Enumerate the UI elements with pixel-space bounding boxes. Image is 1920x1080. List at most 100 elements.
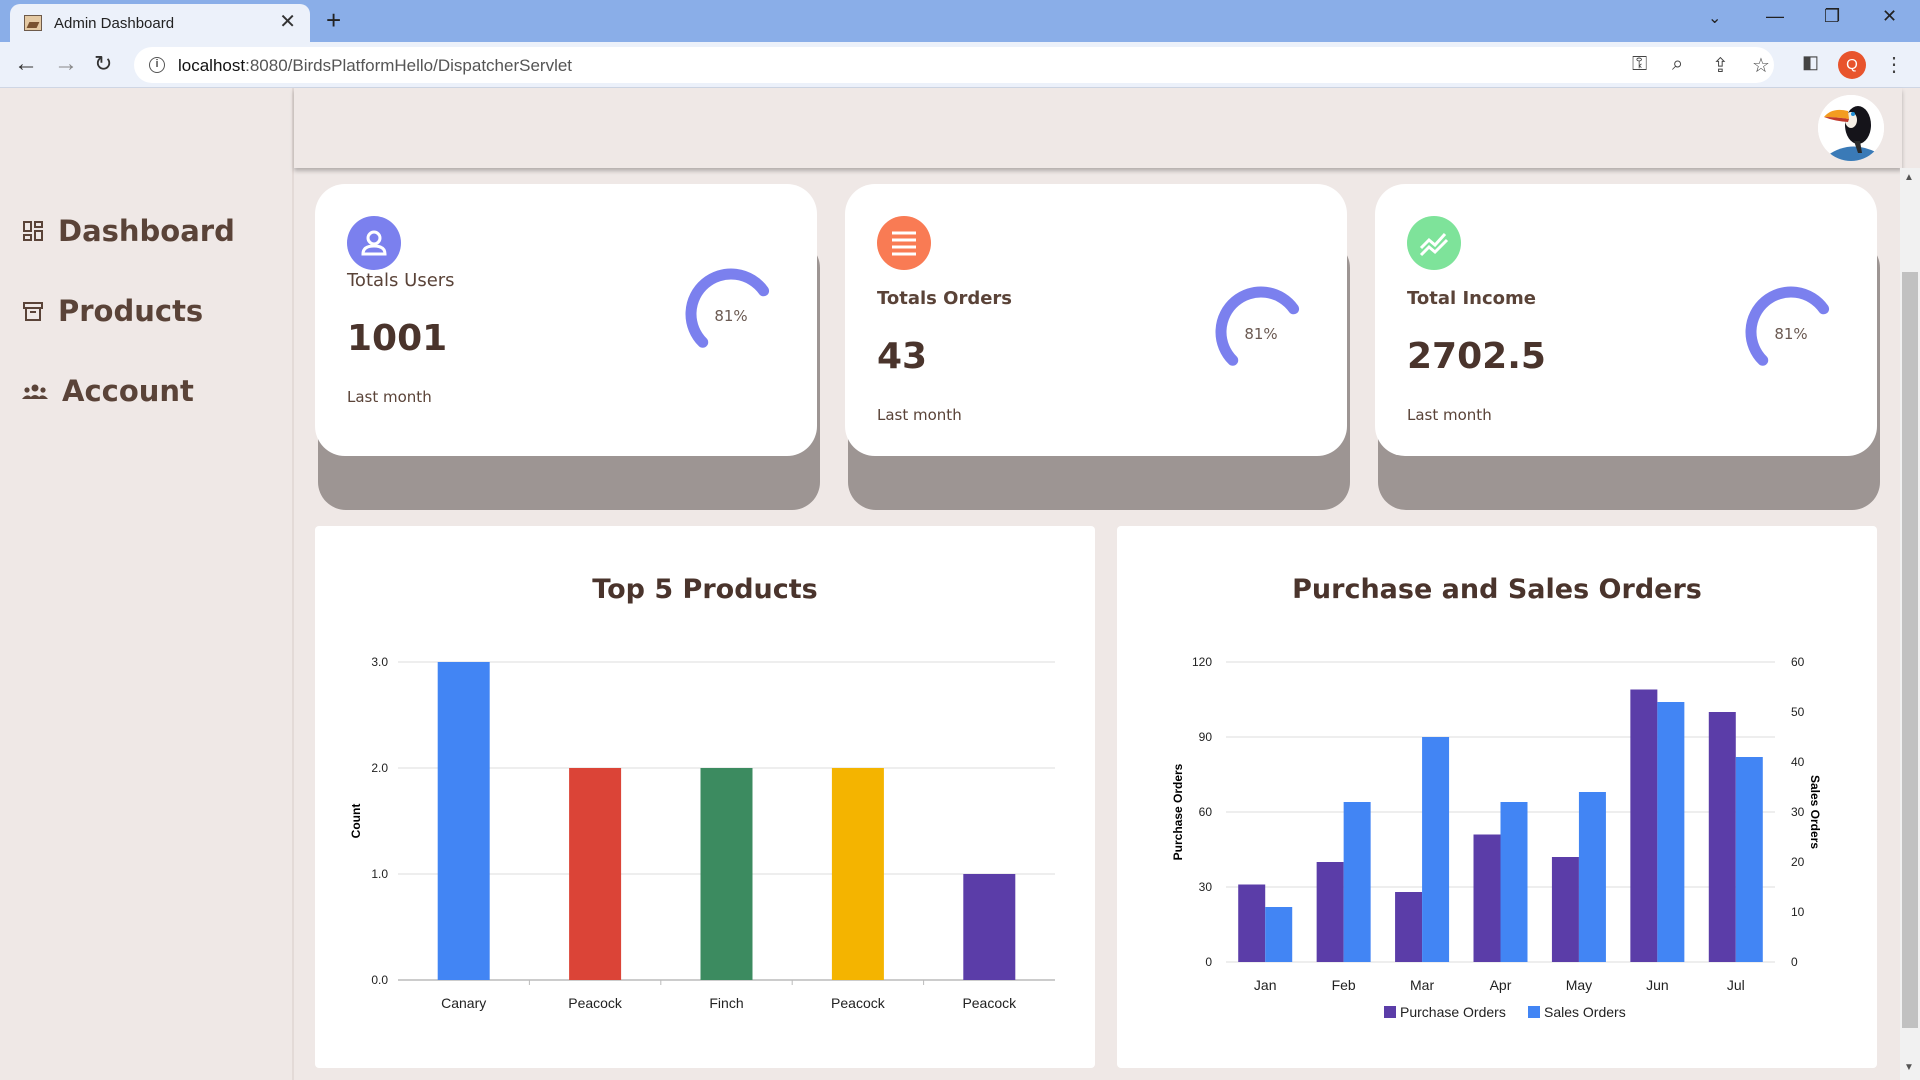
- y-right-axis-title: Sales Orders: [1808, 775, 1822, 849]
- bar-sales-orders-may: [1578, 792, 1606, 962]
- x-tick-label: Jan: [1254, 977, 1277, 993]
- bar-peacock: [831, 768, 884, 980]
- card-label: Totals Orders: [877, 288, 1013, 309]
- site-favicon-icon: [24, 15, 42, 31]
- bar-sales-orders-jun: [1657, 702, 1685, 962]
- y-axis-title: Count: [349, 804, 363, 839]
- y-right-tick-label: 20: [1791, 855, 1805, 869]
- y-left-tick-label: 120: [1192, 655, 1212, 669]
- gauge-percent: 81%: [1774, 325, 1807, 343]
- card-period: Last month: [877, 406, 962, 424]
- y-tick-label: 3.0: [371, 655, 388, 669]
- tab-search-chevron-icon[interactable]: ⌄: [1708, 8, 1721, 28]
- card-value: 1001: [347, 318, 448, 359]
- stat-card-income[interactable]: Total Income 2702.5 Last month 81%: [1375, 184, 1877, 456]
- progress-gauge: 81%: [1745, 286, 1830, 366]
- progress-gauge: 81%: [1215, 286, 1300, 366]
- legend-swatch: [1528, 1006, 1540, 1018]
- close-window-button[interactable]: ✕: [1882, 6, 1897, 27]
- y-left-tick-label: 0: [1205, 955, 1212, 969]
- bookmark-star-icon[interactable]: ☆: [1752, 53, 1770, 78]
- x-tick-label: Jun: [1646, 977, 1669, 993]
- restore-window-button[interactable]: ❐: [1824, 6, 1840, 27]
- x-tick-label: Apr: [1490, 977, 1512, 993]
- top-products-panel: Top 5 Products 0.0 1.0 2.0 3.0 Canary Peacock…: [315, 526, 1095, 1068]
- share-icon[interactable]: ⇪: [1712, 53, 1729, 78]
- card-period: Last month: [1407, 406, 1492, 424]
- sidebar-item-label: Products: [58, 294, 204, 328]
- stat-card-users[interactable]: Totals Users 1001 Last month 81%: [315, 184, 817, 456]
- card-value: 2702.5: [1407, 336, 1546, 377]
- orders-panel: Purchase and Sales Orders 0 30 60 90 120 0 10 2…: [1117, 526, 1877, 1068]
- sidebar-item-account[interactable]: Account: [22, 374, 194, 408]
- bar-purchase-orders-may: [1551, 857, 1579, 962]
- bar-peacock: [963, 874, 1016, 980]
- x-tick-label: Jul: [1727, 977, 1745, 993]
- purchase-sales-chart: 0 30 60 90 120 0 10 20 30 40 50 60 Jan Feb Mar Apr May Ju…: [1171, 655, 1822, 1020]
- y-right-tick-label: 0: [1791, 955, 1798, 969]
- y-left-tick-label: 60: [1199, 805, 1213, 819]
- close-tab-icon[interactable]: ✕: [279, 12, 296, 32]
- sidebar-item-dashboard[interactable]: Dashboard: [22, 214, 235, 248]
- key-icon[interactable]: ⚿: [1632, 53, 1647, 76]
- y-left-axis-title: Purchase Orders: [1171, 763, 1185, 860]
- minimize-window-button[interactable]: —: [1766, 6, 1784, 27]
- bar-peacock: [569, 768, 622, 980]
- legend-label: Sales Orders: [1544, 1004, 1626, 1020]
- browser-tab-active[interactable]: Admin Dashboard ✕: [10, 4, 310, 42]
- scroll-down-icon[interactable]: ▼: [1904, 1062, 1914, 1073]
- top-header-bar: [294, 88, 1902, 168]
- browser-tab-bar: Admin Dashboard ✕ + ⌄ — ❐ ✕: [0, 0, 1920, 42]
- stat-card-orders[interactable]: Totals Orders 43 Last month 81%: [845, 184, 1347, 456]
- side-panel-icon[interactable]: ◧: [1802, 52, 1819, 73]
- bar-purchase-orders-jan: [1238, 884, 1266, 962]
- user-icon: [347, 216, 401, 270]
- people-icon: [22, 384, 48, 399]
- top-products-chart: 0.0 1.0 2.0 3.0 Canary Peacock Finch Peacock Pea…: [349, 655, 1055, 1011]
- y-right-tick-label: 10: [1791, 905, 1805, 919]
- y-right-tick-label: 50: [1791, 705, 1805, 719]
- sidebar-item-products[interactable]: Products: [22, 294, 203, 328]
- y-left-tick-label: 30: [1199, 880, 1213, 894]
- bar-purchase-orders-feb: [1316, 862, 1344, 962]
- x-tick-label: May: [1566, 977, 1592, 993]
- sidebar-item-label: Dashboard: [58, 214, 235, 248]
- bar-purchase-orders-jun: [1630, 689, 1658, 962]
- card-value: 43: [877, 336, 928, 377]
- bar-purchase-orders-apr: [1473, 834, 1501, 962]
- y-tick-label: 1.0: [371, 867, 388, 881]
- zoom-icon[interactable]: ⌕: [1672, 53, 1683, 76]
- card-label: Total Income: [1407, 288, 1536, 309]
- bar-purchase-orders-mar: [1395, 892, 1423, 962]
- reload-button[interactable]: ↻: [94, 51, 112, 77]
- card-label: Totals Users: [347, 270, 455, 291]
- y-tick-label: 2.0: [371, 761, 388, 775]
- forward-button[interactable]: →: [54, 51, 78, 77]
- y-tick-label: 0.0: [371, 973, 388, 987]
- archive-box-icon: [23, 302, 43, 321]
- user-avatar[interactable]: [1818, 95, 1884, 161]
- list-icon: [877, 216, 931, 270]
- profile-avatar-button[interactable]: Q: [1838, 51, 1866, 79]
- legend-swatch: [1384, 1006, 1396, 1018]
- gauge-percent: 81%: [1244, 325, 1277, 343]
- site-info-icon[interactable]: i: [149, 57, 165, 73]
- new-tab-button[interactable]: +: [326, 7, 341, 33]
- bar-sales-orders-apr: [1500, 802, 1528, 962]
- address-bar[interactable]: i localhost:8080/BirdsPlatformHello/Disp…: [134, 47, 1774, 83]
- x-tick-label: Feb: [1332, 977, 1356, 993]
- sidebar-item-label: Account: [62, 374, 194, 408]
- y-right-tick-label: 40: [1791, 755, 1805, 769]
- sidebar: Dashboard Products Account: [0, 88, 294, 1080]
- y-right-tick-label: 30: [1791, 805, 1805, 819]
- toucan-avatar-icon: [1818, 95, 1884, 161]
- x-tick-label: Finch: [709, 995, 743, 1011]
- back-button[interactable]: ←: [14, 51, 38, 77]
- trend-chart-icon: [1407, 216, 1461, 270]
- menu-kebab-icon[interactable]: ⋮: [1884, 52, 1904, 77]
- scrollbar-thumb[interactable]: [1902, 272, 1918, 1028]
- bar-sales-orders-mar: [1422, 737, 1450, 962]
- url-text[interactable]: localhost:8080/BirdsPlatformHello/Dispat…: [178, 56, 572, 76]
- bar-purchase-orders-jul: [1708, 712, 1736, 962]
- scroll-up-icon[interactable]: ▲: [1904, 172, 1914, 183]
